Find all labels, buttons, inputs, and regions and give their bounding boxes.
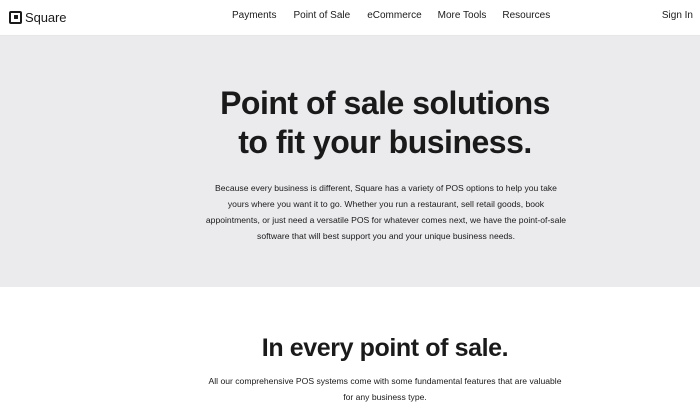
- square-logo[interactable]: Square: [9, 9, 66, 25]
- nav-item-point-of-sale[interactable]: Point of Sale: [293, 10, 350, 21]
- nav-item-ecommerce[interactable]: eCommerce: [367, 10, 421, 21]
- logo-text: Square: [25, 9, 67, 25]
- nav-item-payments[interactable]: Payments: [232, 10, 276, 21]
- hero-title-line-1: Point of sale solutions: [220, 85, 550, 121]
- main-nav: Payments Point of Sale eCommerce More To…: [232, 10, 550, 21]
- nav-item-more-tools[interactable]: More Tools: [438, 10, 487, 21]
- section-title: In every point of sale.: [261, 334, 509, 362]
- sign-in-link[interactable]: Sign In: [662, 10, 693, 21]
- nav-item-resources[interactable]: Resources: [502, 10, 550, 21]
- hero-title: Point of sale solutions to fit your busi…: [0, 84, 700, 162]
- site-header: Square Payments Point of Sale eCommerce …: [0, 0, 700, 36]
- hero-description: Because every business is different, Squ…: [205, 183, 567, 241]
- hero-section: Point of sale solutions to fit your busi…: [0, 36, 700, 287]
- section-description: All our comprehensive POS systems come w…: [208, 376, 562, 402]
- page: Square Payments Point of Sale eCommerce …: [0, 0, 700, 420]
- hero-title-line-2: to fit your business.: [238, 124, 532, 160]
- square-logo-icon: [9, 10, 22, 24]
